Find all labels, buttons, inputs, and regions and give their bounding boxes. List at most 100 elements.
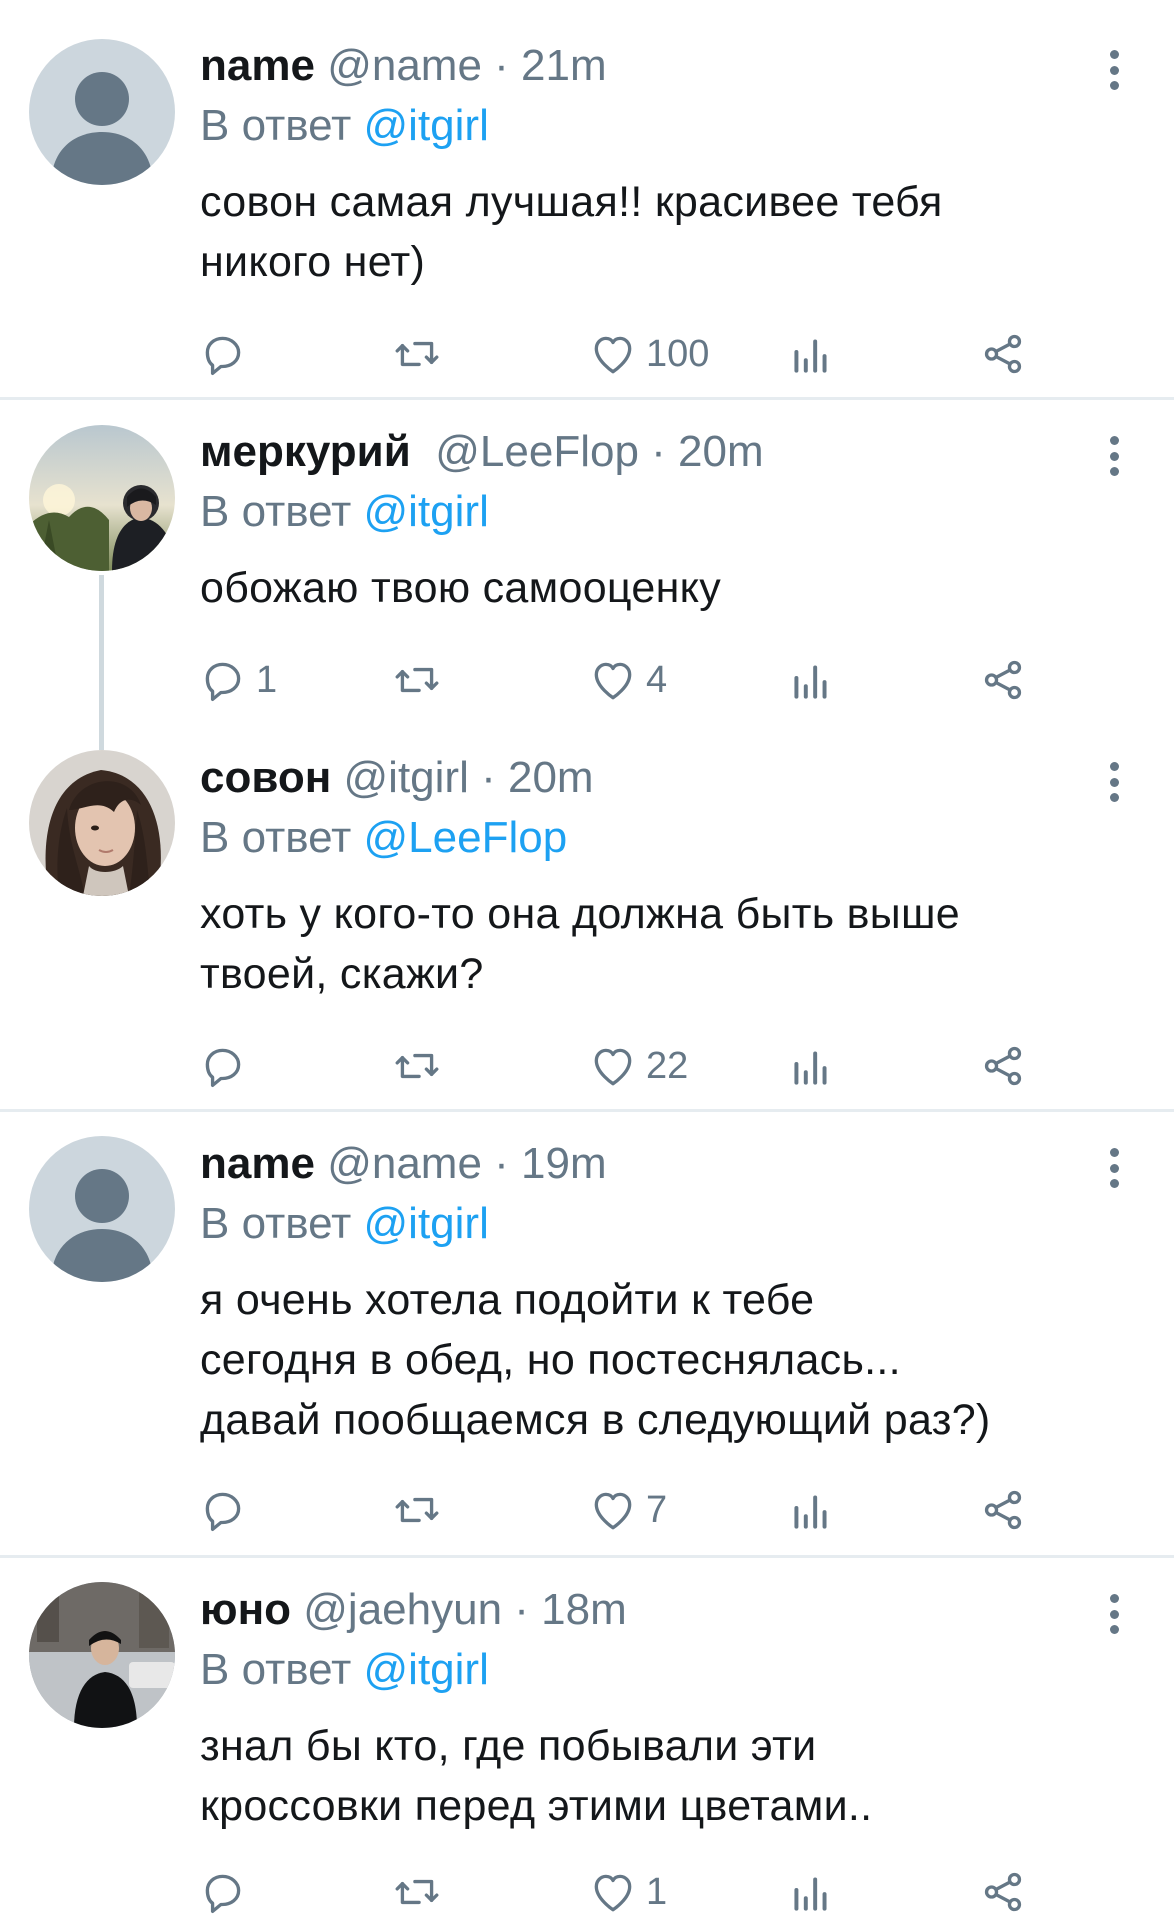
handle[interactable]: @itgirl <box>344 753 469 802</box>
timestamp[interactable]: 20m <box>678 427 764 476</box>
photo-avatar-icon <box>29 1582 175 1728</box>
tweet-text: я очень хотела подойти к тебе сегодня в … <box>200 1270 1140 1450</box>
like-button[interactable]: 100 <box>588 326 709 382</box>
reply-mention[interactable]: @itgirl <box>364 1645 489 1694</box>
timestamp[interactable]: 19m <box>521 1139 607 1188</box>
tweet-text-line: знал бы кто, где побывали эти <box>200 1722 817 1770</box>
tweet-text-line: хоть у кого-то она должна быть выше <box>200 890 961 938</box>
timestamp[interactable]: 18m <box>541 1585 627 1634</box>
retweet-button[interactable] <box>392 1864 450 1920</box>
reply-button[interactable] <box>198 1038 256 1094</box>
reply-button[interactable]: 1 <box>198 652 277 708</box>
avatar[interactable] <box>29 1582 175 1728</box>
handle[interactable]: @LeeFlop <box>435 427 639 476</box>
tweet-header: меркурий @LeeFlop · 20m <box>200 426 764 478</box>
like-count: 100 <box>646 332 710 375</box>
display-name[interactable]: совон <box>200 753 331 802</box>
display-name[interactable]: юно <box>200 1585 291 1634</box>
share-button[interactable] <box>978 652 1028 708</box>
reply-icon <box>205 1492 241 1532</box>
reply-mention[interactable]: @LeeFlop <box>364 813 568 862</box>
default-avatar-icon <box>29 1136 175 1282</box>
display-name[interactable]: name <box>200 1139 315 1188</box>
stats-button[interactable] <box>786 652 836 708</box>
retweet-button[interactable] <box>392 326 450 382</box>
stats-button[interactable] <box>786 1864 836 1920</box>
more-vertical-icon[interactable] <box>1100 1590 1128 1638</box>
separator: · <box>468 753 508 802</box>
like-button[interactable]: 22 <box>588 1038 688 1094</box>
tweet[interactable]: совон @itgirl · 20m В ответ @LeeFlop хот… <box>0 742 1174 1112</box>
share-button[interactable] <box>978 1482 1028 1538</box>
reply-button[interactable] <box>198 1864 256 1920</box>
reply-prefix: В ответ <box>200 1645 352 1694</box>
tweet[interactable]: юно @jaehyun · 18m В ответ @itgirl знал … <box>0 1558 1174 1920</box>
tweet-text-line: я очень хотела подойти к тебе <box>200 1276 815 1324</box>
share-button[interactable] <box>978 1864 1028 1920</box>
retweet-icon <box>395 341 439 367</box>
handle[interactable]: @jaehyun <box>303 1585 502 1634</box>
reply-context: В ответ @itgirl <box>200 1644 489 1696</box>
display-name[interactable]: name <box>200 41 315 90</box>
stats-button[interactable] <box>786 1482 836 1538</box>
reply-context: В ответ @itgirl <box>200 486 489 538</box>
tweet-actions: 22 <box>0 1038 1174 1094</box>
like-button[interactable]: 1 <box>588 1864 667 1920</box>
tweet-actions: 1 4 <box>0 652 1174 708</box>
stats-button[interactable] <box>786 326 836 382</box>
share-button[interactable] <box>978 1038 1028 1094</box>
more-vertical-icon[interactable] <box>1100 758 1128 806</box>
reply-button[interactable] <box>198 1482 256 1538</box>
reply-context: В ответ @LeeFlop <box>200 812 567 864</box>
reply-mention[interactable]: @itgirl <box>364 101 489 150</box>
stats-icon <box>794 665 827 699</box>
more-vertical-icon[interactable] <box>1100 432 1128 480</box>
reply-icon <box>205 1048 241 1088</box>
reply-mention[interactable]: @itgirl <box>364 487 489 536</box>
tweet-actions: 1 <box>0 1864 1174 1920</box>
timestamp[interactable]: 20m <box>508 753 594 802</box>
heart-icon <box>594 1492 632 1530</box>
tweet[interactable]: name @name · 21m В ответ @itgirl совон с… <box>0 0 1174 400</box>
handle[interactable]: @name <box>327 41 482 90</box>
stats-icon <box>794 1051 827 1085</box>
more-vertical-icon[interactable] <box>1100 46 1128 94</box>
tweet[interactable]: name @name · 19m В ответ @itgirl я очень… <box>0 1112 1174 1558</box>
retweet-icon <box>395 667 439 693</box>
tweet-header: name @name · 19m <box>200 1138 607 1190</box>
stats-button[interactable] <box>786 1038 836 1094</box>
timestamp[interactable]: 21m <box>521 41 607 90</box>
avatar[interactable] <box>29 425 175 571</box>
tweet-text-line: совон самая лучшая!! красивее тебя <box>200 178 943 226</box>
reply-context: В ответ @itgirl <box>200 1198 489 1250</box>
reply-prefix: В ответ <box>200 813 352 862</box>
reply-icon <box>205 1874 241 1914</box>
retweet-button[interactable] <box>392 1482 450 1538</box>
handle[interactable]: @name <box>327 1139 482 1188</box>
share-icon <box>984 660 1022 700</box>
heart-icon <box>594 336 632 374</box>
stats-icon <box>794 1495 827 1529</box>
retweet-button[interactable] <box>392 1038 450 1094</box>
like-count: 7 <box>646 1488 668 1531</box>
separator: · <box>481 41 522 90</box>
display-name[interactable]: меркурий <box>200 427 411 476</box>
share-button[interactable] <box>978 326 1028 382</box>
retweet-icon <box>395 1053 439 1079</box>
avatar[interactable] <box>29 1136 175 1282</box>
reply-mention[interactable]: @itgirl <box>364 1199 489 1248</box>
like-count: 1 <box>646 1870 668 1913</box>
reply-button[interactable] <box>198 326 256 382</box>
tweet-header: name @name · 21m <box>200 40 607 92</box>
photo-avatar-icon <box>29 425 175 571</box>
tweet-text-line: кроссовки перед этими цветами.. <box>200 1782 873 1830</box>
more-vertical-icon[interactable] <box>1100 1144 1128 1192</box>
avatar[interactable] <box>29 39 175 185</box>
separator: · <box>481 1139 522 1188</box>
retweet-button[interactable] <box>392 652 450 708</box>
reply-prefix: В ответ <box>200 101 352 150</box>
like-button[interactable]: 4 <box>588 652 667 708</box>
like-button[interactable]: 7 <box>588 1482 667 1538</box>
tweet[interactable]: меркурий @LeeFlop · 20m В ответ @itgirl … <box>0 400 1174 750</box>
avatar[interactable] <box>29 750 175 896</box>
